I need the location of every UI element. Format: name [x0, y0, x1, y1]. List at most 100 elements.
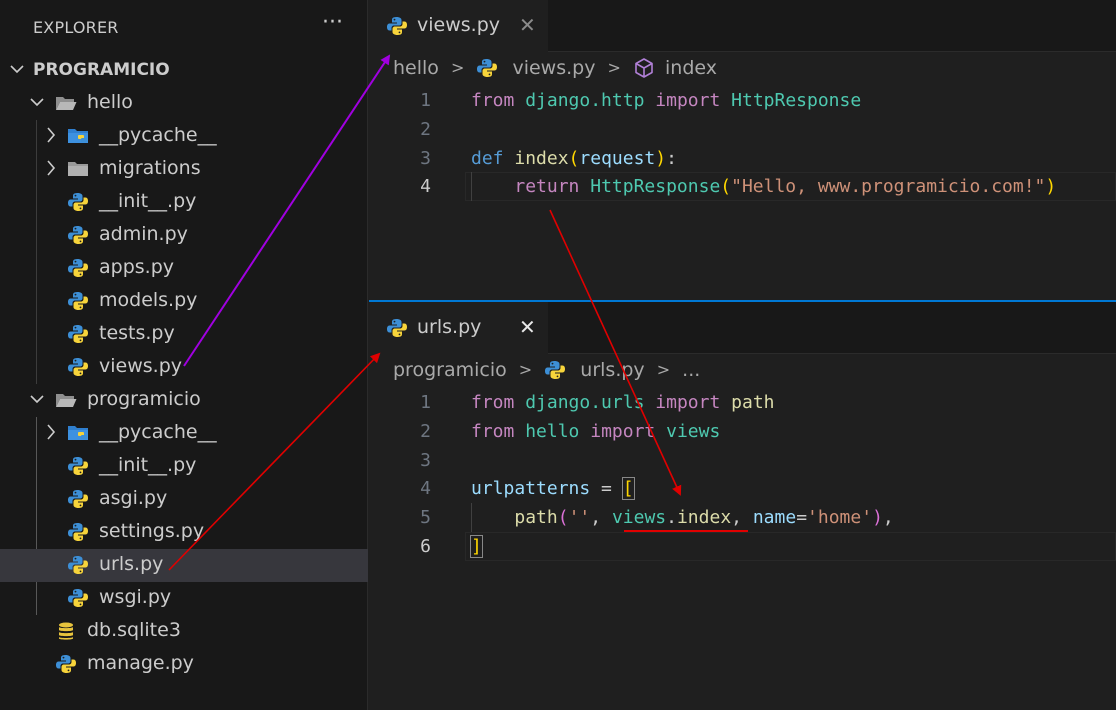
tree-item-init-py[interactable]: __init__.py [0, 450, 368, 483]
tree-item-manage-py[interactable]: manage.py [0, 648, 368, 681]
python-file-icon [55, 654, 77, 674]
tree-item-pycache[interactable]: __pycache__ [0, 120, 368, 153]
tree-item-wsgi-py[interactable]: wsgi.py [0, 582, 368, 615]
code-token: django.urls [525, 392, 645, 413]
explorer-sidebar: EXPLORER ··· PROGRAMICIO hello __pycache… [0, 0, 368, 710]
code-token: index [514, 148, 569, 169]
code-token: import [590, 421, 656, 442]
code-token: : [666, 148, 677, 169]
tree-item-label: __init__.py [99, 454, 197, 476]
line-number: 4 [420, 176, 431, 197]
code-token: return [514, 176, 580, 197]
tree-item-hello[interactable]: hello [0, 87, 368, 120]
tree-item-db-sqlite3[interactable]: db.sqlite3 [0, 615, 368, 648]
line-number: 1 [420, 392, 431, 413]
chevron-down-icon [29, 92, 45, 112]
chevron-right-icon [43, 422, 59, 442]
code-token: urlpatterns [471, 478, 591, 499]
code-line-current: 4 return HttpResponse("Hello, www.progra… [369, 172, 1116, 201]
symbol-method-icon [633, 57, 655, 79]
line-number: 2 [420, 421, 431, 442]
tree-item-migrations[interactable]: migrations [0, 153, 368, 186]
tab-views-py[interactable]: views.py ✕ [369, 0, 548, 52]
breadcrumb-file[interactable]: views.py [512, 57, 595, 79]
chevron-right-icon [43, 158, 59, 178]
chevron-down-icon [29, 389, 45, 409]
tab-label: views.py [417, 14, 500, 36]
tree-item-apps-py[interactable]: apps.py [0, 252, 368, 285]
python-folder-icon [67, 126, 89, 146]
python-file-icon [67, 357, 89, 377]
tree-item-tests-py[interactable]: tests.py [0, 318, 368, 351]
code-token: from [471, 392, 515, 413]
code-token: views [611, 507, 667, 528]
code-token: path [731, 392, 775, 413]
tree-item-label: settings.py [99, 520, 205, 542]
root-folder-label: PROGRAMICIO [33, 60, 170, 80]
breadcrumb-folder[interactable]: hello [393, 57, 439, 79]
tree-item-models-py[interactable]: models.py [0, 285, 368, 318]
code-line: 3 [369, 446, 1116, 475]
tab-urls-py[interactable]: urls.py ✕ [369, 302, 548, 354]
line-number: 5 [420, 507, 431, 528]
code-token: import [655, 392, 721, 413]
close-icon[interactable]: ✕ [519, 315, 536, 339]
close-icon[interactable]: ✕ [519, 13, 536, 37]
explorer-root-folder[interactable]: PROGRAMICIO [0, 54, 368, 87]
tree-item-label: hello [87, 91, 133, 113]
folder-icon [67, 159, 89, 179]
tree-item-settings-py[interactable]: settings.py [0, 516, 368, 549]
python-file-icon [67, 258, 89, 278]
code-token: '' [568, 507, 591, 528]
tree-item-urls-py[interactable]: urls.py [0, 549, 368, 582]
code-token: ( [720, 176, 732, 197]
code-token: views [666, 421, 721, 442]
tree-item-label: db.sqlite3 [87, 619, 181, 641]
code-token: , [590, 507, 612, 528]
code-token: ) [1045, 176, 1057, 197]
code-token: HttpResponse [590, 176, 721, 197]
line-number: 4 [420, 478, 431, 499]
editor-group-top: views.py ✕ hello > views.py > index 1 fr… [369, 0, 1116, 300]
code-token: . [666, 507, 677, 528]
code-token: ] [470, 535, 483, 558]
code-token: HttpResponse [731, 90, 862, 111]
code-line: 2 [369, 115, 1116, 144]
code-token: , [882, 507, 894, 528]
code-token: ( [568, 148, 580, 169]
tree-item-pycache[interactable]: __pycache__ [0, 417, 368, 450]
tree-item-init-py[interactable]: __init__.py [0, 186, 368, 219]
python-file-icon [67, 291, 89, 311]
python-file-icon [67, 225, 89, 245]
database-icon [55, 621, 77, 641]
line-number: 3 [420, 450, 431, 471]
tree-item-admin-py[interactable]: admin.py [0, 219, 368, 252]
explorer-header: EXPLORER ··· [0, 0, 368, 56]
breadcrumb-symbol[interactable]: index [665, 57, 717, 79]
code-line: 1 from django.http import HttpResponse [369, 86, 1116, 115]
chevron-right-icon: > [607, 58, 621, 77]
breadcrumb-file[interactable]: urls.py [580, 359, 644, 381]
editor-group-bottom: urls.py ✕ programicio > urls.py > ... 1 … [369, 302, 1116, 710]
tree-item-asgi-py[interactable]: asgi.py [0, 483, 368, 516]
code-token: django.http [525, 90, 645, 111]
folder-open-icon [55, 390, 77, 410]
chevron-right-icon [43, 125, 59, 145]
code-token: ) [872, 507, 883, 528]
tree-item-label: programicio [87, 388, 201, 410]
code-line: 2 from hello import views [369, 417, 1116, 446]
tree-item-programicio[interactable]: programicio [0, 384, 368, 417]
breadcrumb-more[interactable]: ... [682, 359, 700, 381]
code-line: 4 urlpatterns = [ [369, 474, 1116, 503]
tree-item-label: models.py [99, 289, 198, 311]
more-actions-button[interactable]: ··· [322, 10, 343, 35]
breadcrumb-folder[interactable]: programicio [393, 359, 507, 381]
code-line: 5 path('', views.index, name='home'), [369, 503, 1116, 532]
code-line-current: 6 ] [369, 532, 1116, 561]
code-token: path [514, 507, 558, 528]
tab-bar: urls.py ✕ [369, 302, 1116, 354]
tree-item-views-py[interactable]: views.py [0, 351, 368, 384]
code-token: from [471, 90, 515, 111]
code-line: 3 def index(request): [369, 144, 1116, 173]
python-file-icon [67, 456, 89, 476]
